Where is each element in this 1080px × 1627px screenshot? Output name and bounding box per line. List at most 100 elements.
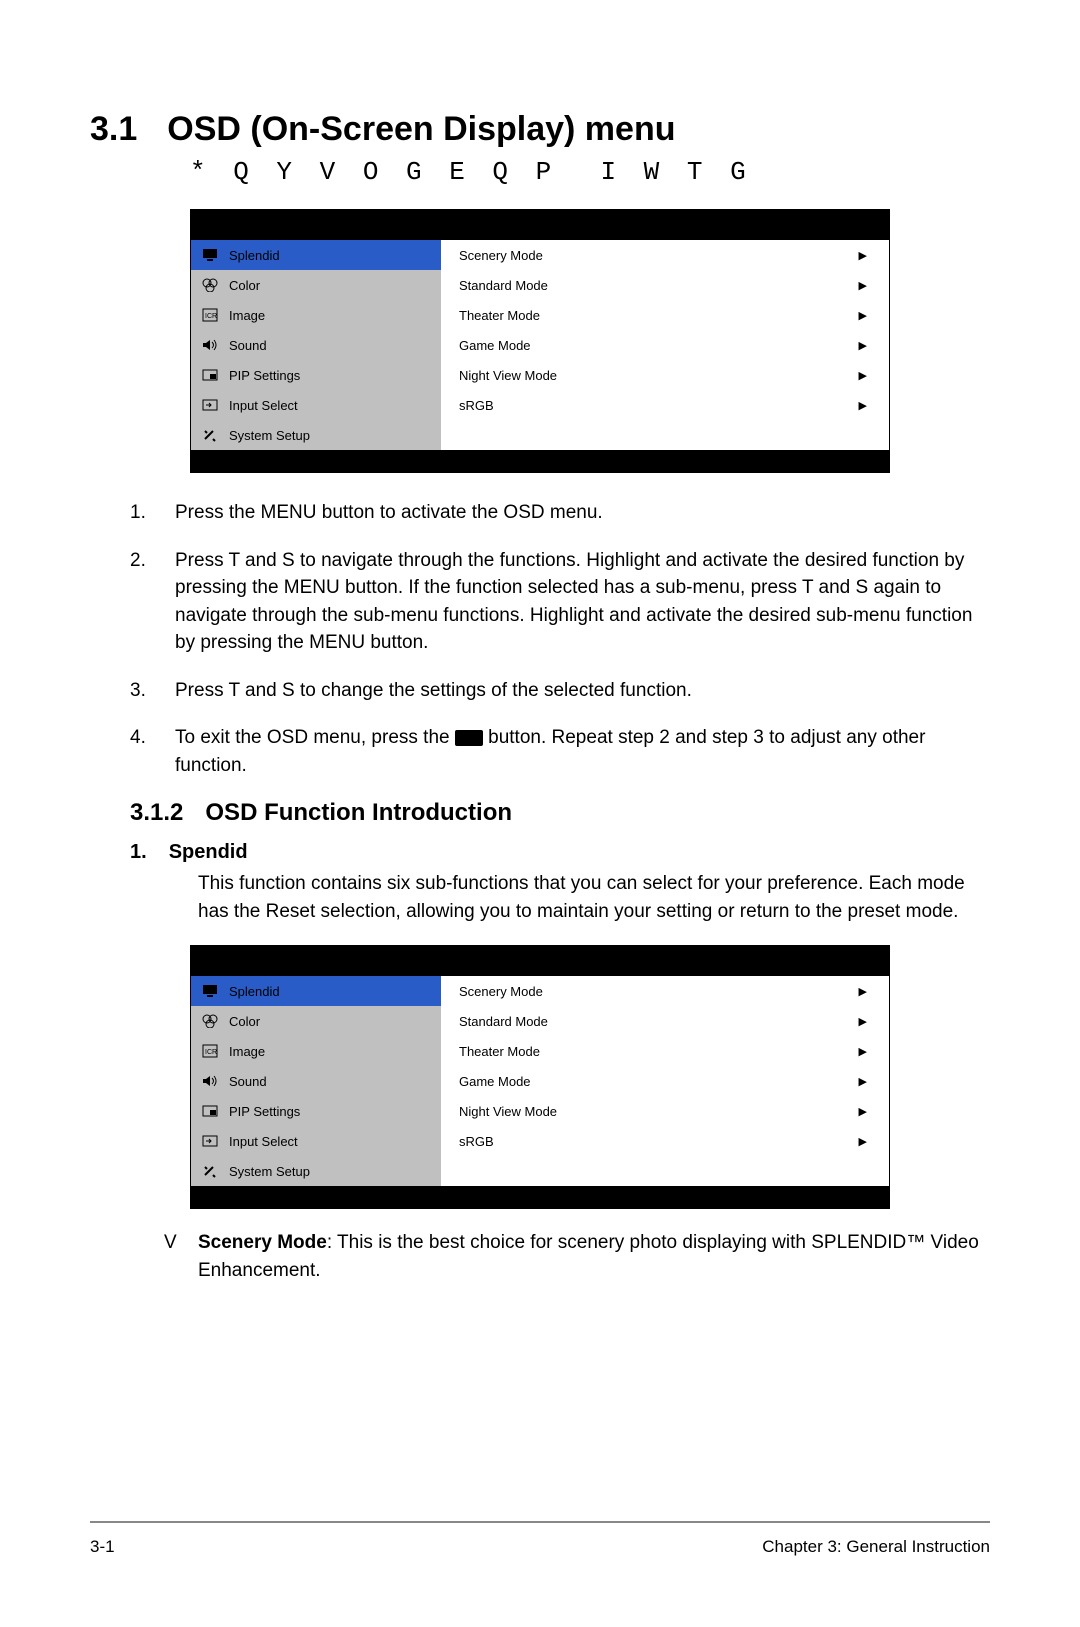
item-number: 3. — [130, 677, 175, 705]
chevron-right-icon: ▶ — [859, 399, 867, 412]
osd-submenu-item: Game Mode ▶ — [441, 1066, 889, 1096]
osd-body: Splendid Color ICRImage Sound PIP Settings In… — [191, 240, 889, 450]
text-part: To exit the OSD menu, press the — [175, 727, 455, 748]
item-number: 4. — [130, 724, 175, 779]
osd-menu-label: Input Select — [229, 398, 298, 413]
osd-submenu-item: Scenery Mode ▶ — [441, 976, 889, 1006]
osd-left-panel: Splendid Color ICR Image Sound PIP Settings In… — [191, 976, 441, 1186]
osd-submenu-item: sRGB ▶ — [441, 1126, 889, 1156]
osd-menu-item: Sound — [191, 1066, 441, 1096]
osd-menu-item: Input Select — [191, 1126, 441, 1156]
image-icon: ICR — [201, 308, 219, 322]
item-text: To exit the OSD menu, press the button. … — [175, 724, 990, 779]
pip-icon — [201, 368, 219, 382]
osd-menu-item: Color — [191, 270, 441, 300]
osd-submenu-item: Scenery Mode ▶ — [441, 240, 889, 270]
item-text: Press the MENU button to activate the OS… — [175, 499, 990, 527]
sound-icon — [201, 1074, 219, 1088]
item-text: Press T and S to change the settings of … — [175, 677, 990, 705]
chevron-right-icon: ▶ — [859, 1015, 867, 1028]
subsection-number: 3.1.2 — [130, 799, 183, 827]
setup-icon — [201, 1164, 219, 1178]
osd-screenshot: Splendid Color ICRImage Sound PIP Settings In… — [190, 209, 890, 473]
osd-right-panel: Scenery Mode▶Standard Mode▶Theater Mode▶… — [441, 240, 889, 450]
chevron-right-icon: ▶ — [859, 249, 867, 262]
osd-menu-item: ICRImage — [191, 300, 441, 330]
heading-text: OSD (On-Screen Display) menu — [167, 110, 675, 149]
list-item: 1. Press the MENU button to activate the… — [130, 499, 990, 527]
chevron-right-icon: ▶ — [859, 339, 867, 352]
osd-menu-label: Splendid — [229, 984, 280, 999]
section-heading: 3.1 OSD (On-Screen Display) menu — [90, 110, 990, 149]
input-icon — [201, 1134, 219, 1148]
osd-menu-item: ICR Image — [191, 1036, 441, 1066]
heading-number: 3.1 — [90, 110, 137, 149]
function-number: 1. — [130, 841, 147, 864]
bullet-bold: Scenery Mode — [198, 1232, 327, 1253]
osd-menu-label: System Setup — [229, 1164, 310, 1179]
osd-submenu-label: Scenery Mode — [459, 248, 543, 263]
page-number: 3-1 — [90, 1537, 115, 1557]
osd-menu-item: Splendid — [191, 976, 441, 1006]
osd-left-panel: Splendid Color ICRImage Sound PIP Settings In… — [191, 240, 441, 450]
monitor-icon — [201, 984, 219, 998]
chevron-right-icon: ▶ — [859, 279, 867, 292]
monitor-icon — [201, 248, 219, 262]
osd-menu-label: System Setup — [229, 428, 310, 443]
osd-submenu-label: Standard Mode — [459, 278, 548, 293]
osd-submenu-label: Game Mode — [459, 1074, 531, 1089]
setup-icon — [201, 428, 219, 442]
osd-menu-item: Color — [191, 1006, 441, 1036]
osd-submenu-label: Theater Mode — [459, 1044, 540, 1059]
subsection-title: OSD Function Introduction — [205, 799, 512, 827]
function-heading: 1. Spendid — [130, 841, 990, 864]
osd-submenu-item: Standard Mode ▶ — [441, 270, 889, 300]
osd-menu-label: Color — [229, 1014, 260, 1029]
osd-submenu-label: sRGB — [459, 398, 494, 413]
input-icon — [201, 398, 219, 412]
osd-submenu-label: sRGB — [459, 1134, 494, 1149]
osd-menu-item: PIP Settings — [191, 360, 441, 390]
chevron-right-icon: ▶ — [859, 1045, 867, 1058]
color-icon — [201, 1014, 219, 1028]
chevron-right-icon: ▶ — [859, 369, 867, 382]
page-footer: 3-1 Chapter 3: General Instruction — [90, 1521, 990, 1557]
color-icon — [201, 278, 219, 292]
osd-submenu-item: Theater Mode ▶ — [441, 1036, 889, 1066]
bullet-mark: V — [164, 1229, 198, 1284]
svg-text:ICR: ICR — [205, 1049, 217, 1056]
button-icon — [455, 730, 483, 746]
osd-menu-label: Sound — [229, 338, 267, 353]
osd-submenu-label: Scenery Mode — [459, 984, 543, 999]
image-icon: ICR — [201, 1044, 219, 1058]
osd-submenu-item: sRGB ▶ — [441, 390, 889, 420]
item-text: Press T and S to navigate through the fu… — [175, 547, 990, 657]
osd-menu-label: Splendid — [229, 248, 280, 263]
subsection-heading: 3.1.2 OSD Function Introduction — [130, 799, 990, 827]
osd-submenu-item: Standard Mode▶ — [441, 1006, 889, 1036]
osd-menu-label: PIP Settings — [229, 1104, 300, 1119]
subheading: * Q Y V O G E Q P I W T G — [190, 157, 990, 187]
osd-menu-label: PIP Settings — [229, 368, 300, 383]
osd-menu-item: Sound — [191, 330, 441, 360]
osd-menu-label: Image — [229, 1044, 265, 1059]
osd-title-bar — [191, 946, 889, 976]
chevron-right-icon: ▶ — [859, 1105, 867, 1118]
osd-submenu-item: Theater Mode▶ — [441, 300, 889, 330]
osd-menu-item: Splendid — [191, 240, 441, 270]
osd-menu-label: Input Select — [229, 1134, 298, 1149]
function-description: This function contains six sub-functions… — [198, 870, 990, 925]
osd-menu-label: Sound — [229, 1074, 267, 1089]
chevron-right-icon: ▶ — [859, 985, 867, 998]
osd-submenu-label: Theater Mode — [459, 308, 540, 323]
osd-menu-label: Color — [229, 278, 260, 293]
chevron-right-icon: ▶ — [859, 1135, 867, 1148]
osd-screenshot: Splendid Color ICR Image Sound PIP Settings In… — [190, 945, 890, 1209]
chevron-right-icon: ▶ — [859, 1075, 867, 1088]
osd-footer-bar — [191, 1186, 889, 1208]
function-title: Spendid — [169, 841, 248, 864]
osd-submenu-label: Night View Mode — [459, 1104, 557, 1119]
osd-menu-item: Input Select — [191, 390, 441, 420]
bullet-text: Scenery Mode: This is the best choice fo… — [198, 1229, 990, 1284]
list-item: 4. To exit the OSD menu, press the butto… — [130, 724, 990, 779]
